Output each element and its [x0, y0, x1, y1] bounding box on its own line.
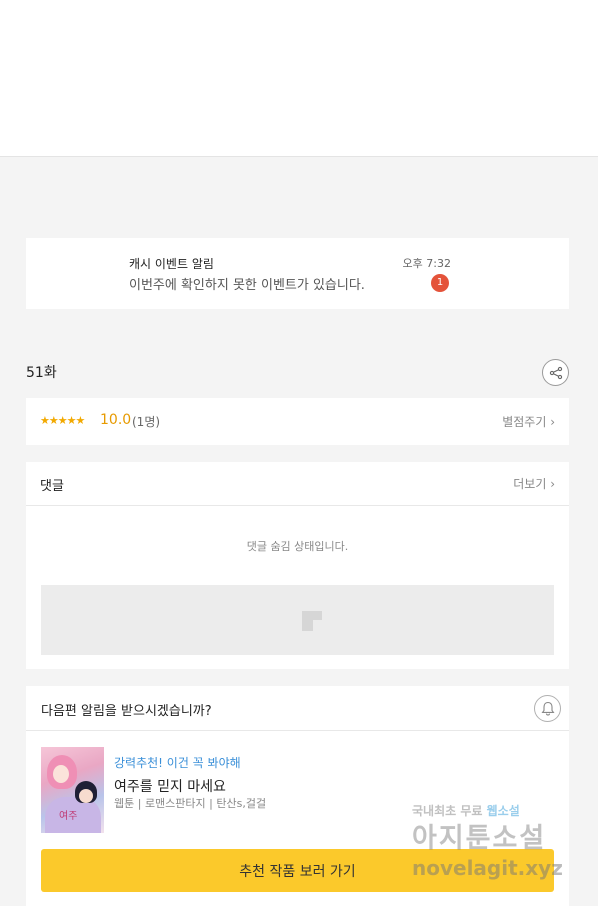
top-blank-area	[0, 0, 598, 157]
episode-title: 51화	[26, 365, 57, 381]
watermark: 국내최초 무료 웹소설 아지툰소설 novelagit.xyz	[412, 798, 582, 888]
rating-score: 10.0	[100, 412, 132, 428]
thumbnail-title-text: 여주	[59, 811, 78, 822]
rate-button[interactable]: 별점주기 ›	[502, 413, 555, 430]
watermark-line2: 아지툰소설	[412, 823, 547, 854]
share-button[interactable]	[542, 359, 569, 386]
comments-title: 댓글	[40, 479, 64, 494]
notify-bell-button[interactable]	[534, 695, 561, 722]
rating-count: (1명)	[132, 415, 161, 429]
comments-hidden-message: 댓글 숨김 상태입니다.	[246, 540, 349, 553]
rating-stars: ★★★★★	[40, 414, 85, 427]
notification-title: 캐시 이벤트 알림	[129, 257, 214, 271]
next-episode-question: 다음편 알림을 받으시겠습니까?	[41, 704, 212, 719]
comments-header: 댓글 더보기 ›	[26, 462, 569, 506]
bell-icon	[541, 701, 554, 716]
share-icon	[549, 366, 562, 379]
notification-message: 이번주에 확인하지 못한 이벤트가 있습니다.	[129, 278, 365, 293]
ad-placeholder	[41, 585, 554, 655]
comments-card: 댓글 더보기 › 댓글 숨김 상태입니다.	[26, 462, 569, 669]
promo-label: 강력추천! 이건 꼭 봐야해	[114, 756, 241, 770]
book-thumbnail[interactable]: 여주	[41, 747, 104, 833]
rating-card: ★★★★★ 10.0 (1명) 별점주기 ›	[26, 398, 569, 445]
comments-more-link[interactable]: 더보기 ›	[513, 475, 555, 492]
next-episode-header: 다음편 알림을 받으시겠습니까?	[26, 686, 569, 731]
notification-card[interactable]: 캐시 이벤트 알림 이번주에 확인하지 못한 이벤트가 있습니다. 오후 7:3…	[26, 238, 569, 309]
book-tags: 웹툰 | 로맨스판타지 | 탄산s,걸걸	[114, 797, 267, 810]
notification-badge: 1	[431, 274, 449, 292]
placeholder-icon	[302, 611, 322, 631]
notification-time: 오후 7:32	[402, 257, 451, 270]
watermark-line3: novelagit.xyz	[412, 856, 563, 880]
book-title[interactable]: 여주를 믿지 마세요	[114, 776, 226, 796]
